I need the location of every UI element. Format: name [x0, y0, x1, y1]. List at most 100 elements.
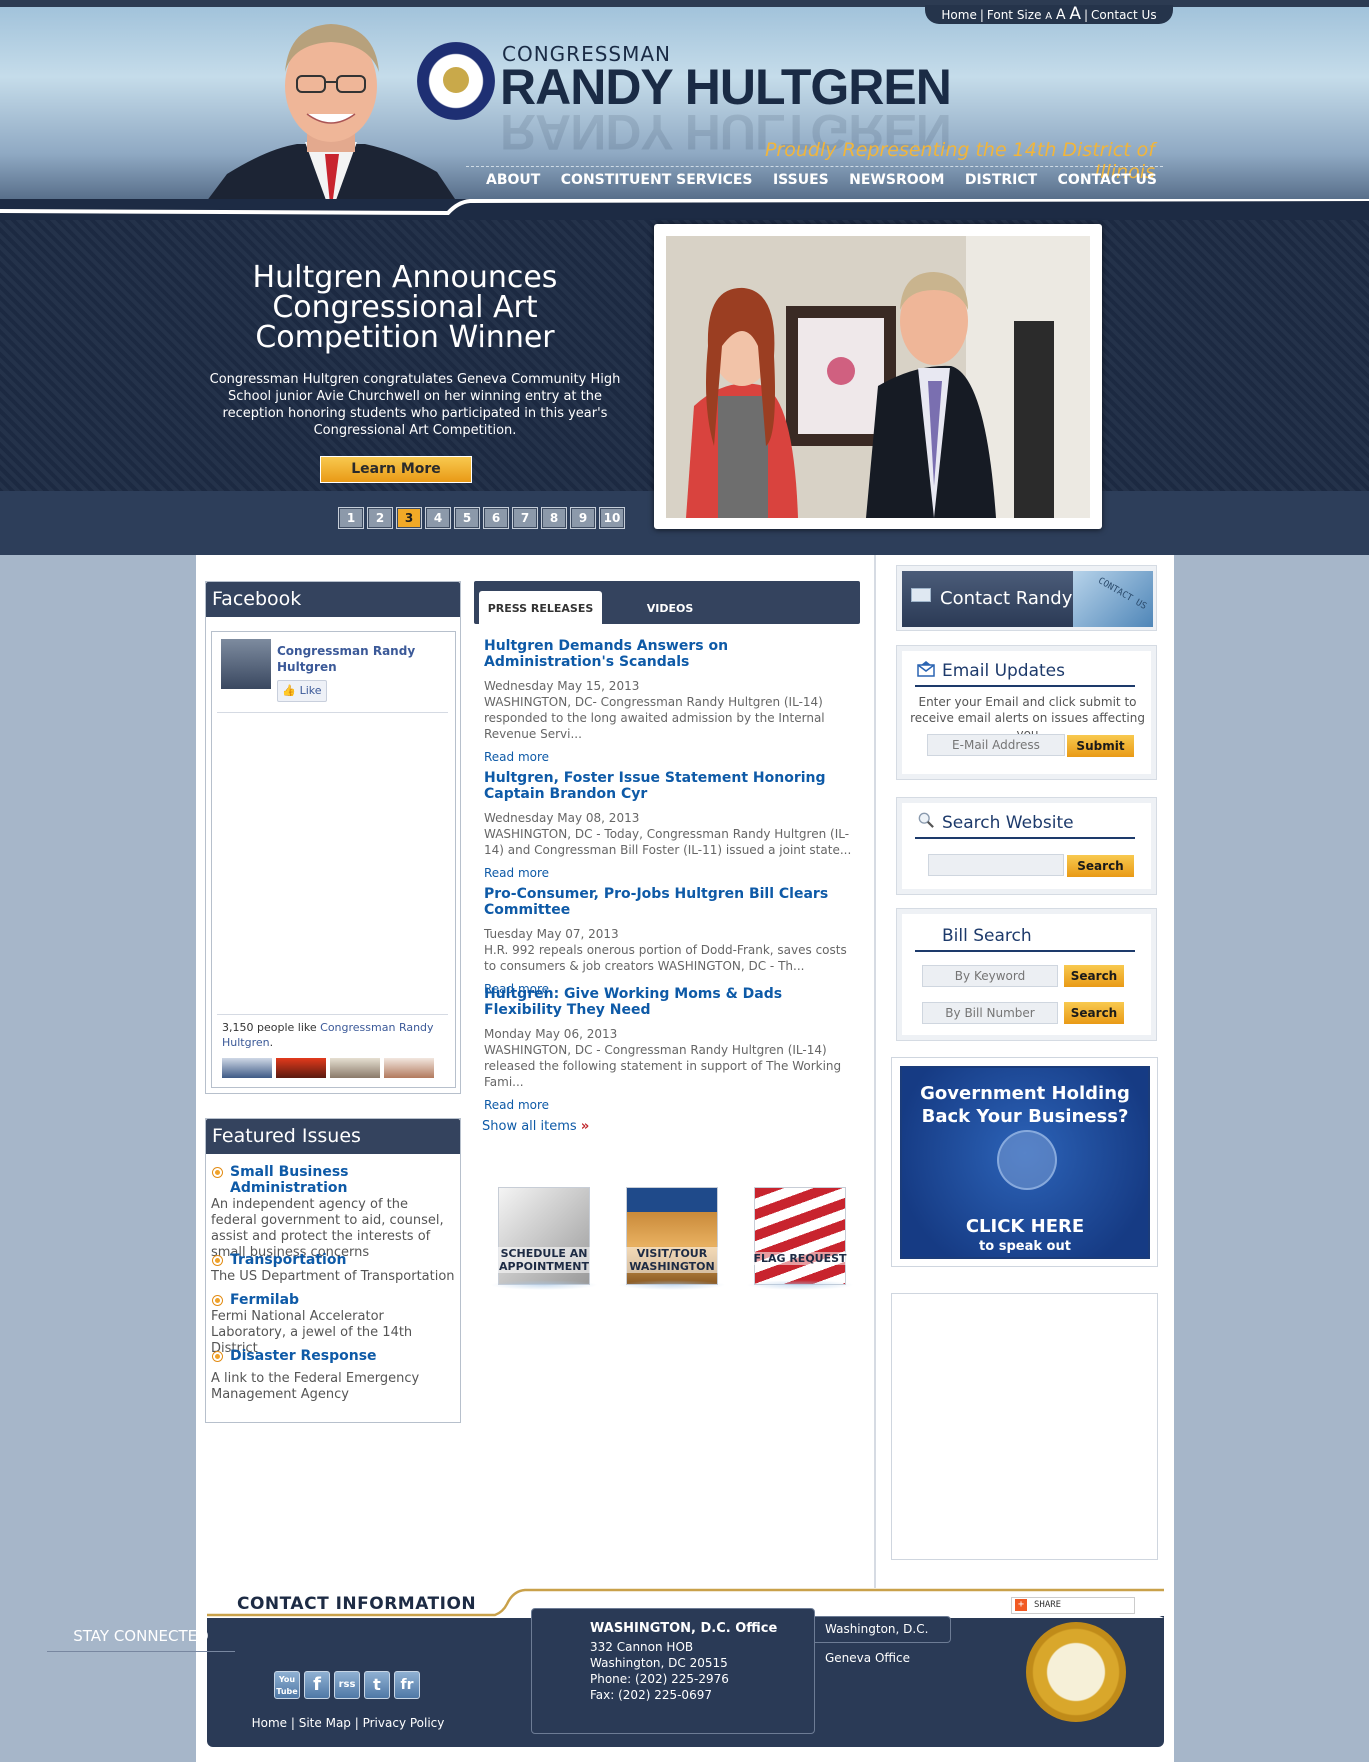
press-release-title[interactable]: Hultgren: Give Working Moms & Dads Flexi…	[484, 986, 860, 1018]
fan-thumbnail[interactable]	[276, 1058, 326, 1078]
press-release-item: Hultgren, Foster Issue Statement Honorin…	[484, 770, 860, 880]
slide-page-button[interactable]: 2	[367, 507, 393, 529]
youtube-icon[interactable]: You Tube	[274, 1671, 300, 1699]
read-more-link[interactable]: Read more	[484, 750, 860, 764]
contact-information-title: CONTACT INFORMATION	[237, 1594, 477, 1614]
thumbs-up-icon: 👍	[282, 684, 297, 697]
facebook-page-name[interactable]: Congressman Randy Hultgren	[277, 643, 437, 675]
congressman-portrait	[197, 24, 465, 214]
contact-key-label: CONTACT US	[1096, 576, 1149, 612]
slide-page-button[interactable]: 1	[338, 507, 364, 529]
util-contact-link[interactable]: Contact Us	[1091, 8, 1157, 22]
social-links: You Tube f rss t fr	[274, 1671, 420, 1699]
featured-issue-desc: A link to the Federal Emergency Manageme…	[211, 1371, 420, 1402]
visit-tour-washington-link[interactable]: VISIT/TOUR WASHINGTON	[618, 1180, 726, 1290]
contact-key-icon: CONTACT US	[1073, 571, 1153, 627]
facebook-count-text: 3,150 people like	[222, 1021, 317, 1034]
facebook-avatar[interactable]	[221, 639, 271, 689]
nav-district[interactable]: DISTRICT	[965, 172, 1037, 196]
flag-request-link[interactable]: FLAG REQUEST	[746, 1180, 854, 1290]
quicklink-label: SCHEDULE AN APPOINTMENT	[494, 1247, 594, 1273]
press-release-title[interactable]: Pro-Consumer, Pro-Jobs Hultgren Bill Cle…	[484, 886, 860, 918]
fan-thumbnail[interactable]	[330, 1058, 380, 1078]
read-more-link[interactable]: Read more	[484, 866, 860, 880]
fan-thumbnail[interactable]	[222, 1058, 272, 1078]
font-size-large-button[interactable]: A	[1069, 4, 1081, 24]
nav-issues[interactable]: ISSUES	[773, 172, 829, 196]
facebook-like-button[interactable]: 👍 Like	[277, 680, 327, 702]
press-release-excerpt: WASHINGTON, DC- Congressman Randy Hultgr…	[484, 695, 825, 741]
slide-page-button[interactable]: 8	[541, 507, 567, 529]
rss-icon[interactable]: rss	[334, 1671, 360, 1699]
office-info-panel: WASHINGTON, D.C. Office 332 Cannon HOB W…	[531, 1608, 815, 1734]
bill-number-search-button[interactable]: Search	[1064, 1002, 1124, 1024]
office-tab-washington[interactable]: Washington, D.C.	[815, 1616, 951, 1643]
slide-page-button[interactable]: 9	[570, 507, 596, 529]
footer-home-link[interactable]: Home	[252, 1716, 287, 1730]
main-nav: ABOUT CONSTITUENT SERVICES ISSUES NEWSRO…	[466, 172, 1163, 196]
featured-issue-link[interactable]: Disaster Response	[211, 1348, 456, 1364]
font-size-label: Font Size	[986, 8, 1042, 22]
featured-issue: Transportation The US Department of Tran…	[211, 1252, 456, 1285]
featured-issue-link[interactable]: Transportation	[211, 1252, 456, 1268]
footer-privacy-link[interactable]: Privacy Policy	[363, 1716, 445, 1730]
facebook-separator	[217, 712, 448, 713]
office-address-line: Washington, DC 20515	[590, 1656, 728, 1670]
bill-keyword-input[interactable]	[922, 965, 1058, 987]
tab-press-releases[interactable]: PRESS RELEASES	[479, 591, 602, 624]
speak-out-banner[interactable]: Government Holding Back Your Business? C…	[900, 1066, 1150, 1259]
envelope-icon	[911, 588, 931, 602]
nav-divider	[466, 166, 1163, 167]
press-release-item: Hultgren Demands Answers on Administrati…	[484, 638, 860, 764]
facebook-like-count: 3,150 people like Congressman Randy Hult…	[222, 1020, 452, 1050]
search-input[interactable]	[928, 854, 1064, 876]
nav-about[interactable]: ABOUT	[486, 172, 540, 196]
facebook-separator	[217, 1014, 448, 1015]
press-release-title[interactable]: Hultgren, Foster Issue Statement Honorin…	[484, 770, 860, 802]
slide-page-button[interactable]: 6	[483, 507, 509, 529]
flickr-icon[interactable]: fr	[394, 1671, 420, 1699]
nav-contact-us[interactable]: CONTACT US	[1058, 172, 1157, 196]
press-release-excerpt: WASHINGTON, DC - Today, Congressman Rand…	[484, 827, 852, 857]
twitter-icon[interactable]: t	[364, 1671, 390, 1699]
facebook-count-end: .	[269, 1036, 274, 1049]
banner-subtext: to speak out	[979, 1239, 1071, 1254]
nav-constituent-services[interactable]: CONSTITUENT SERVICES	[561, 172, 753, 196]
quicklink-glow	[490, 1280, 598, 1290]
nav-newsroom[interactable]: NEWSROOM	[849, 172, 944, 196]
featured-issue-link[interactable]: Fermilab	[211, 1292, 456, 1308]
illinois-state-seal-logo	[1026, 1622, 1126, 1722]
office-phone: Phone: (202) 225-2976	[590, 1672, 729, 1686]
bill-keyword-search-button[interactable]: Search	[1064, 965, 1124, 987]
tab-videos[interactable]: VIDEOS	[620, 591, 720, 624]
quicklink-glow	[746, 1280, 854, 1290]
schedule-appointment-link[interactable]: SCHEDULE AN APPOINTMENT	[490, 1180, 598, 1290]
font-size-medium-button[interactable]: A	[1056, 7, 1066, 23]
share-button[interactable]: SHARE	[1011, 1597, 1135, 1614]
slide-page-button[interactable]: 7	[512, 507, 538, 529]
hero-photo-frame[interactable]	[654, 224, 1102, 529]
footer-sitemap-link[interactable]: Site Map	[299, 1716, 351, 1730]
email-input[interactable]	[927, 734, 1065, 756]
office-tab-geneva[interactable]: Geneva Office	[825, 1651, 910, 1665]
font-size-small-button[interactable]: A	[1045, 11, 1052, 22]
search-button[interactable]: Search	[1067, 855, 1134, 877]
press-release-date: Wednesday May 08, 2013	[484, 811, 640, 825]
slide-page-button[interactable]: 5	[454, 507, 480, 529]
slide-page-button[interactable]: 4	[425, 507, 451, 529]
learn-more-button[interactable]: Learn More	[320, 456, 472, 483]
read-more-link[interactable]: Read more	[484, 1098, 860, 1112]
fan-thumbnail[interactable]	[384, 1058, 434, 1078]
bill-number-input[interactable]	[922, 1002, 1058, 1024]
slide-page-button-active[interactable]: 3	[396, 507, 422, 529]
press-release-title[interactable]: Hultgren Demands Answers on Administrati…	[484, 638, 860, 670]
util-home-link[interactable]: Home	[941, 8, 976, 22]
press-release-item: Hultgren: Give Working Moms & Dads Flexi…	[484, 986, 860, 1112]
facebook-icon[interactable]: f	[304, 1671, 330, 1699]
show-all-items-link[interactable]: Show all items »	[482, 1119, 589, 1134]
slide-page-button[interactable]: 10	[599, 507, 625, 529]
email-submit-button[interactable]: Submit	[1067, 735, 1134, 757]
utility-links: Home | Font Size A A A | Contact Us	[925, 5, 1173, 24]
featured-issue-link[interactable]: Small Business Administration	[211, 1164, 456, 1196]
press-release-date: Monday May 06, 2013	[484, 1027, 618, 1041]
